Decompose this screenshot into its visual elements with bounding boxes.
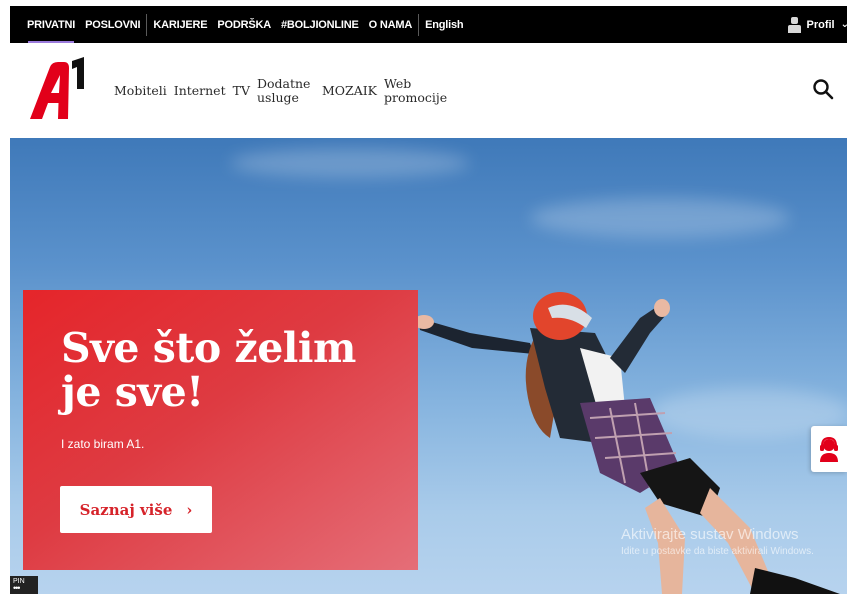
pin-dots: ••• <box>13 583 20 593</box>
nav-tv[interactable]: TV <box>233 83 250 98</box>
topnav-english[interactable]: English <box>420 6 468 43</box>
topnav-podrska[interactable]: PODRŠKA <box>212 6 276 43</box>
pin-button[interactable]: PIN ••• <box>10 576 38 594</box>
headset-agent-icon <box>820 436 838 462</box>
segment-nav: PRIVATNI POSLOVNI KARIJERE PODRŠKA #BOLJ… <box>10 6 468 43</box>
nav-mozaik[interactable]: MOZAIK <box>322 83 377 98</box>
a1-logo[interactable] <box>28 57 90 123</box>
watermark-title: Aktivirajte sustav Windows <box>621 526 799 543</box>
watermark-subtitle: Idite u postavke da biste aktivirali Win… <box>621 546 814 557</box>
divider <box>146 13 148 36</box>
topnav-o-nama[interactable]: O NAMA <box>364 6 417 43</box>
profile-label: Profil <box>806 18 835 31</box>
main-header: Mobiteli Internet TV Dodatne usluge MOZA… <box>10 43 847 138</box>
search-icon[interactable] <box>811 77 835 101</box>
support-chat-button[interactable] <box>811 426 847 472</box>
nav-internet[interactable]: Internet <box>174 83 226 98</box>
hero-banner: Sve što želim je sve! I zato biram A1. S… <box>10 138 847 594</box>
windows-activation-watermark: Aktivirajte sustav Windows Idite u posta… <box>621 526 814 557</box>
nav-web-promocije[interactable]: Web promocije <box>384 76 447 105</box>
hero-headline: Sve što želim je sve! <box>61 324 356 416</box>
chevron-right-icon: › <box>186 500 193 519</box>
nav-mobiteli[interactable]: Mobiteli <box>114 83 167 98</box>
main-nav: Mobiteli Internet TV Dodatne usluge MOZA… <box>114 43 453 138</box>
divider <box>418 13 420 36</box>
cta-label: Saznaj više <box>79 500 173 519</box>
topnav-karijere[interactable]: KARIJERE <box>148 6 212 43</box>
promo-card: Sve što želim je sve! I zato biram A1. S… <box>23 290 418 570</box>
saznaj-vise-button[interactable]: Saznaj više › <box>60 486 212 533</box>
nav-dodatne-usluge[interactable]: Dodatne usluge <box>257 76 315 105</box>
topnav-poslovni[interactable]: POSLOVNI <box>80 6 145 43</box>
person-icon <box>788 16 802 33</box>
profile-menu[interactable]: Profil ⌄ <box>788 6 847 43</box>
chevron-down-icon: ⌄ <box>840 19 847 30</box>
hero-subline: I zato biram A1. <box>61 437 145 451</box>
top-bar: PRIVATNI POSLOVNI KARIJERE PODRŠKA #BOLJ… <box>10 6 847 43</box>
topnav-privatni[interactable]: PRIVATNI <box>22 6 80 43</box>
topnav-boljionline[interactable]: #BOLJIONLINE <box>276 6 364 43</box>
